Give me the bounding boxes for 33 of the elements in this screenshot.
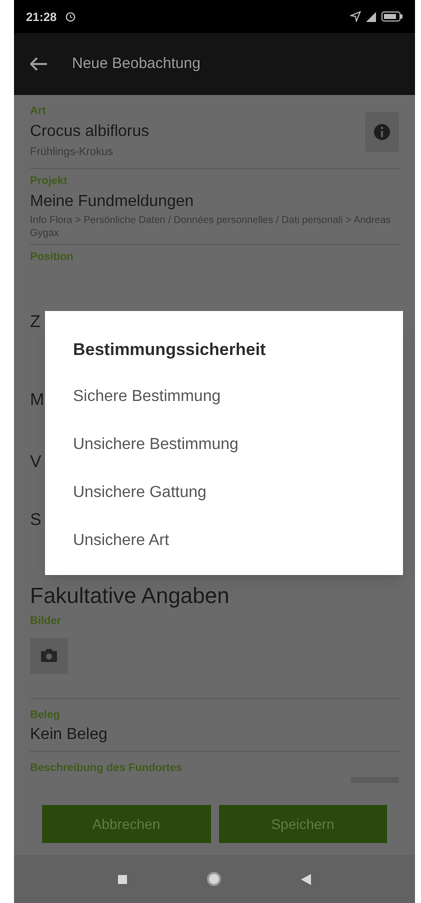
battery-icon	[381, 11, 403, 22]
field-label: Projekt	[30, 174, 68, 189]
species-name: Crocus albiflorus	[30, 122, 150, 142]
screen-title: Neue Beobachtung	[72, 54, 200, 74]
field-value: V	[30, 451, 42, 473]
home-icon[interactable]	[207, 872, 221, 886]
back-arrow-icon[interactable]	[30, 57, 48, 71]
camera-icon	[40, 648, 58, 663]
dialog-title: Bestimmungssicherheit	[73, 339, 267, 361]
field-label: Position	[30, 250, 74, 264]
field-value: M	[30, 389, 44, 411]
dialog-option[interactable]: Sichere Bestimmung	[73, 372, 403, 420]
field-value: S	[30, 509, 42, 531]
project-name: Meine Fundmeldungen	[30, 192, 195, 212]
field-label: Art	[30, 104, 47, 119]
info-button[interactable]	[365, 112, 399, 152]
signal-icon	[365, 11, 377, 22]
camera-button[interactable]	[30, 638, 68, 674]
recent-apps-icon[interactable]	[118, 874, 127, 884]
back-icon[interactable]	[301, 874, 311, 884]
section-heading: Fakultative Angaben	[30, 583, 230, 609]
info-icon	[373, 122, 391, 140]
dialog-option[interactable]: Unsichere Art	[73, 516, 403, 564]
field-label: Beschreibung des Fundortes	[30, 761, 184, 776]
field-label: Beleg	[30, 708, 61, 722]
field-label: Bilder	[30, 614, 62, 629]
dialog-option[interactable]: Unsichere Bestimmung	[73, 420, 403, 468]
field-value: Z	[30, 311, 40, 333]
status-time: 21:28	[26, 8, 57, 26]
alarm-icon	[64, 11, 76, 22]
dialog-option[interactable]: Unsichere Gattung	[73, 468, 403, 516]
voucher-value: Kein Beleg	[30, 725, 108, 745]
location-arrow-icon	[350, 11, 361, 22]
